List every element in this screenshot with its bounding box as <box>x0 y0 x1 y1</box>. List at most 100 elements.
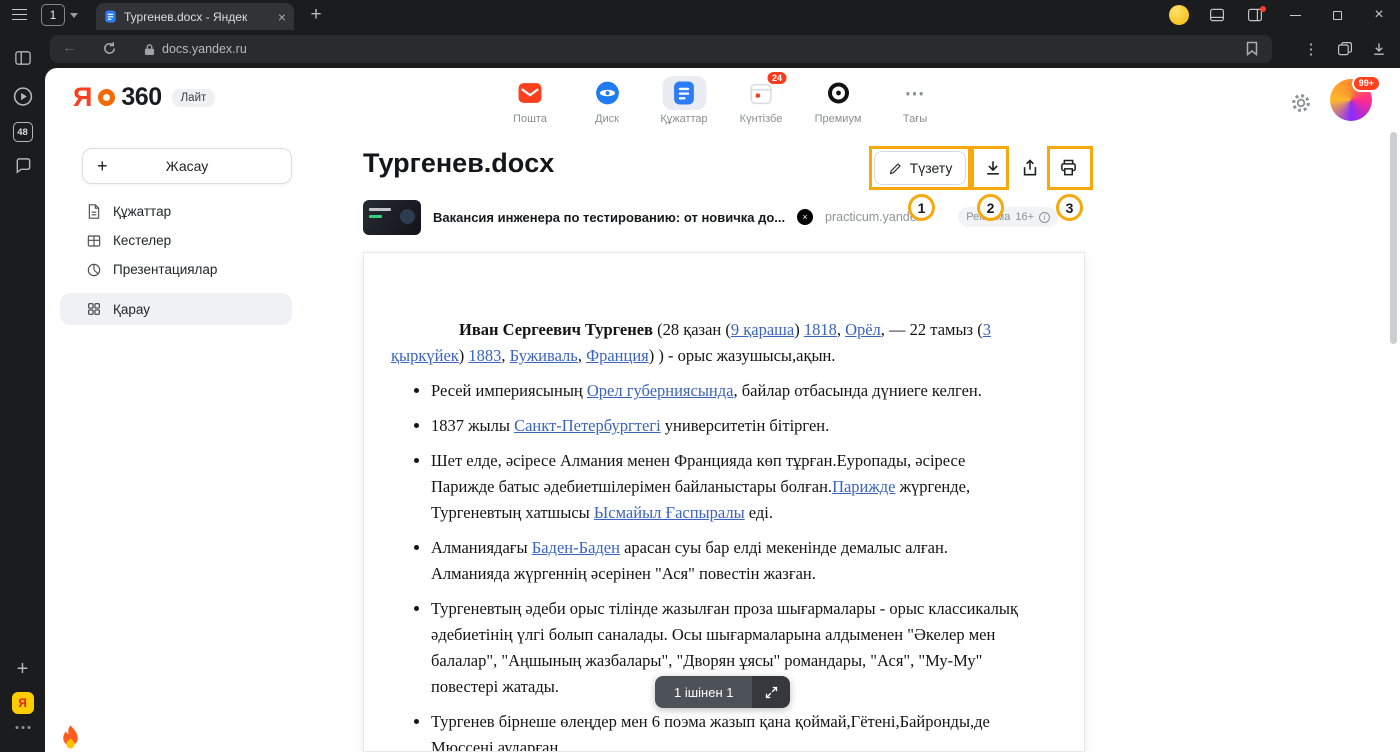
share-button[interactable] <box>1014 152 1046 184</box>
print-button[interactable] <box>1052 152 1084 184</box>
reload-icon[interactable] <box>102 41 117 61</box>
tab-close-icon[interactable]: × <box>278 10 286 24</box>
sidebar-item-label: Қарау <box>113 302 150 317</box>
nav-item-mail[interactable]: Пошта <box>505 76 555 125</box>
url-field[interactable]: ← docs.yandex.ru <box>50 35 1272 63</box>
scrollbar-thumb[interactable] <box>1390 132 1397 344</box>
chevron-down-icon[interactable] <box>70 13 78 18</box>
maximize-button[interactable] <box>1316 0 1358 30</box>
user-avatar[interactable]: 99+ <box>1330 79 1372 121</box>
plan-badge: Лайт <box>172 89 216 107</box>
sidebar-item-presentations[interactable]: Презентациялар <box>60 255 292 284</box>
nav-item-more[interactable]: ⋯ Тағы <box>890 76 940 125</box>
doc-link[interactable]: Баден-Баден <box>532 538 620 557</box>
doc-link[interactable]: Франция <box>586 346 649 365</box>
collections-icon[interactable] <box>1328 35 1362 63</box>
nav-item-calendar[interactable]: 24 Күнтізбе <box>736 76 786 125</box>
document-view: Тургенев.docx Түзету 1 2 3 <box>345 128 1400 752</box>
ring-icon <box>98 89 115 106</box>
ad-banner[interactable]: Вакансия инженера по тестированию: от но… <box>363 199 1085 235</box>
doc-link[interactable]: Орел губерниясында <box>587 381 734 400</box>
notification-dot <box>1260 6 1266 12</box>
video-play-icon[interactable] <box>12 86 33 107</box>
doc-text: , <box>837 320 845 339</box>
side-panel-toggle-icon[interactable] <box>14 50 32 66</box>
doc-text: , байлар отбасында дүниеге келген. <box>733 381 981 400</box>
doc-bullet: Шет елде, әсіресе Алмания менен Францияд… <box>431 448 1024 526</box>
profile-button[interactable] <box>1160 0 1198 30</box>
doc-text: Ресей империясының <box>431 381 587 400</box>
doc-bullet: Алманиядағы Баден-Баден арасан суы бар е… <box>431 535 1024 587</box>
nav-item-premium[interactable]: Премиум <box>813 76 863 125</box>
address-bar: ← docs.yandex.ru Тургенев.docx - Яндекс … <box>0 30 1400 68</box>
doc-text: Иван Сергеевич Тургенев <box>459 320 653 339</box>
rail-more-icon[interactable] <box>15 726 30 729</box>
rail-add-icon[interactable]: + <box>17 658 29 681</box>
lock-icon[interactable] <box>144 43 155 61</box>
new-tab-button[interactable]: + <box>304 3 328 27</box>
fullscreen-button[interactable] <box>752 676 790 708</box>
back-icon[interactable]: ← <box>62 39 77 56</box>
info-icon[interactable]: i <box>1039 212 1050 223</box>
ad-thumbnail[interactable] <box>363 200 421 235</box>
tab-bar: 1 Тургенев.docx - Яндек × + × <box>0 0 1400 30</box>
nav-item-disk[interactable]: Диск <box>582 76 632 125</box>
flame-icon[interactable] <box>58 724 83 752</box>
downloads-icon[interactable] <box>1362 35 1396 63</box>
minimize-button[interactable] <box>1274 0 1316 30</box>
share-icon <box>1020 158 1040 178</box>
doc-link[interactable]: Санкт-Петербургтегі <box>514 416 661 435</box>
edit-button[interactable]: Түзету <box>874 151 966 185</box>
download-icon <box>983 158 1003 178</box>
more-icon: ⋯ <box>893 76 937 110</box>
doc-text: еді. <box>745 503 773 522</box>
yandex-360-logo[interactable]: Я 360 Лайт <box>73 84 215 111</box>
browser-side-rail: 48 + Я <box>0 30 45 752</box>
practicum-logo-icon: × <box>797 209 813 225</box>
ya-logo-letter: Я <box>73 84 92 111</box>
doc-link[interactable]: 9 қараша <box>731 320 794 339</box>
presentation-icon <box>86 262 102 278</box>
doc-text: 1837 жылы <box>431 416 514 435</box>
settings-gear-icon[interactable] <box>1290 92 1312 119</box>
bookmark-icon[interactable] <box>1246 41 1258 61</box>
sidebar-item-label: Кестелер <box>113 233 171 248</box>
ad-source[interactable]: practicum.yandex <box>825 210 923 224</box>
doc-text: , — 22 тамыз ( <box>881 320 983 339</box>
menu-icon[interactable] <box>12 8 30 22</box>
sidebar-item-label: Презентациялар <box>113 262 217 277</box>
profile-avatar-icon <box>1169 5 1189 25</box>
doc-link[interactable]: Ысмайыл Ғаспыралы <box>594 503 745 522</box>
doc-link[interactable]: Буживаль <box>510 346 578 365</box>
sidebar-item-documents[interactable]: Құжаттар <box>60 197 292 226</box>
sidebar-item-tables[interactable]: Кестелер <box>60 226 292 255</box>
chat-icon[interactable] <box>13 156 32 175</box>
ad-headline[interactable]: Вакансия инженера по тестированию: от но… <box>433 210 785 225</box>
table-icon <box>86 233 102 249</box>
sidebar-panel-icon[interactable] <box>1236 0 1274 30</box>
kebab-menu-icon[interactable]: ⋮ <box>1294 35 1328 63</box>
nav-item-docs[interactable]: Құжаттар <box>659 76 709 125</box>
disk-icon <box>594 80 620 106</box>
document-title: Тургенев.docx <box>363 148 554 179</box>
doc-intro-paragraph: Иван Сергеевич Тургенев (28 қазан (9 қар… <box>391 317 1024 369</box>
tab-group-indicator[interactable]: 1 <box>41 4 65 26</box>
yandex-app-icon[interactable]: Я <box>12 692 34 714</box>
doc-bullet: Тургенев бірнеше өлеңдер мен 6 поэма жаз… <box>431 709 1024 752</box>
doc-link[interactable]: Орёл <box>845 320 881 339</box>
create-button[interactable]: + Жасау <box>82 148 292 184</box>
docs-sidebar: + Жасау Құжаттар Кестелер Презентациялар… <box>45 128 345 752</box>
doc-link[interactable]: 1818 <box>804 320 837 339</box>
doc-text: , <box>578 346 586 365</box>
close-button[interactable]: × <box>1358 0 1400 30</box>
download-button[interactable] <box>977 152 1009 184</box>
browser-tab[interactable]: Тургенев.docx - Яндек × <box>96 3 294 30</box>
service-48-icon[interactable]: 48 <box>13 122 33 142</box>
panel-icon[interactable] <box>1198 0 1236 30</box>
tab-title: Тургенев.docx - Яндек <box>124 10 271 24</box>
doc-link[interactable]: Парижде <box>832 477 895 496</box>
doc-text: (28 қазан ( <box>653 320 731 339</box>
sidebar-item-view[interactable]: Қарау <box>60 293 292 325</box>
doc-link[interactable]: 1883 <box>468 346 501 365</box>
services-nav: Пошта Диск Құжаттар 24 Күнтізбе Премиум <box>505 76 940 125</box>
